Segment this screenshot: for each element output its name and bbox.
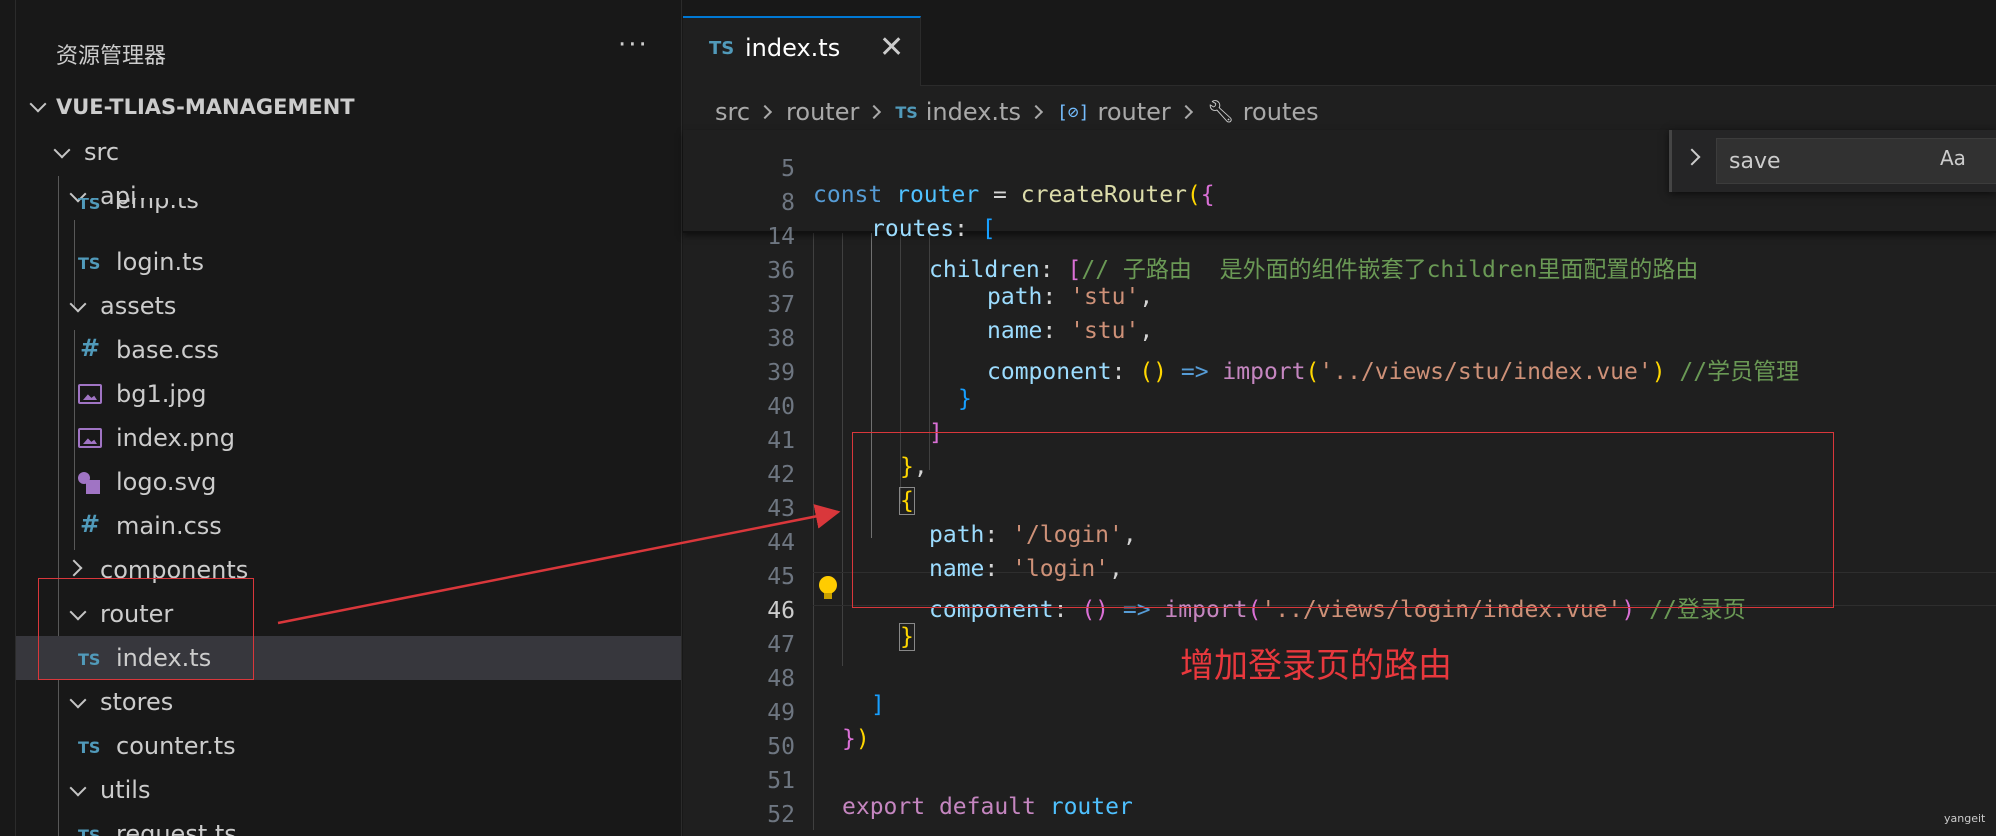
css-icon: # bbox=[80, 510, 101, 538]
annotation-text: 增加登录页的路由 bbox=[1180, 646, 1452, 686]
tree-folder-stores[interactable]: stores bbox=[16, 680, 681, 724]
tree-label: request.ts bbox=[116, 820, 237, 836]
chevron-right-icon bbox=[1028, 104, 1044, 120]
tree-file-logo[interactable]: logo.svg bbox=[16, 460, 681, 504]
tree-file-request[interactable]: TS request.ts bbox=[16, 812, 681, 836]
chevron-right-icon bbox=[1178, 104, 1193, 120]
code-token: : bbox=[1039, 257, 1068, 283]
tree-file-login[interactable]: TS login.ts bbox=[16, 240, 681, 284]
tree-folder-assets[interactable]: assets bbox=[16, 284, 681, 328]
tree-label: assets bbox=[100, 292, 177, 320]
tree-file-main-css[interactable]: # main.css bbox=[16, 504, 681, 548]
code-token: [ bbox=[1067, 257, 1082, 283]
tab-bar: TS index.ts ✕ bbox=[683, 0, 1996, 86]
tree-file-counter[interactable]: TS counter.ts bbox=[16, 724, 681, 768]
code-line: 40 ] bbox=[683, 368, 1996, 446]
more-actions-icon[interactable]: ··· bbox=[618, 30, 649, 60]
tree-label: index.png bbox=[116, 424, 235, 452]
typescript-icon: TS bbox=[709, 38, 735, 59]
code-line: 41 }, bbox=[683, 402, 1996, 480]
tab-label: index.ts bbox=[745, 34, 841, 62]
line-number: 52 bbox=[767, 802, 795, 828]
tab-index-ts[interactable]: TS index.ts ✕ bbox=[683, 16, 921, 86]
activity-strip bbox=[0, 0, 16, 836]
code-line: 51 export default router bbox=[683, 742, 1996, 820]
breadcrumb-file[interactable]: index.ts bbox=[926, 98, 1021, 126]
code-line: 14 children: [// 子路由 是外面的组件嵌套了children里面… bbox=[683, 198, 1996, 283]
typescript-icon: TS bbox=[78, 738, 101, 757]
typescript-icon: TS bbox=[78, 198, 101, 213]
chevron-right-icon bbox=[867, 104, 882, 120]
project-name: VUE-TLIAS-MANAGEMENT bbox=[56, 95, 355, 119]
match-case-toggle[interactable]: Aa bbox=[1940, 146, 1966, 170]
code-line: 50 bbox=[683, 708, 1996, 760]
chevron-down-icon bbox=[69, 295, 87, 313]
code-text: children: [// 子路由 是外面的组件嵌套了children里面配置的… bbox=[929, 250, 1698, 284]
code-token: children bbox=[929, 257, 1040, 283]
tree-label: src bbox=[84, 138, 120, 166]
explorer-title: 资源管理器 bbox=[56, 44, 167, 69]
tree-label: main.css bbox=[116, 512, 222, 540]
css-icon: # bbox=[80, 334, 101, 362]
tree-label: base.css bbox=[116, 336, 220, 364]
annotation-box-sidebar bbox=[38, 578, 254, 680]
typescript-icon: TS bbox=[78, 254, 101, 273]
code-line: 38 component: () => import('../views/stu… bbox=[683, 300, 1996, 385]
project-folder[interactable]: VUE-TLIAS-MANAGEMENT bbox=[16, 90, 681, 130]
line-number: 14 bbox=[767, 224, 795, 250]
code-token: // 子路由 是外面的组件嵌套了children里面配置的路由 bbox=[1081, 257, 1699, 283]
explorer-sidebar: 资源管理器 ··· VUE-TLIAS-MANAGEMENT src api T… bbox=[0, 0, 682, 836]
tree-label: emp.ts bbox=[116, 198, 199, 214]
code-line: 39 } bbox=[683, 334, 1996, 412]
close-icon[interactable]: ✕ bbox=[879, 30, 904, 65]
variable-icon: [⊘] bbox=[1056, 101, 1090, 123]
chevron-down-icon bbox=[53, 141, 71, 159]
tree-label: utils bbox=[100, 776, 151, 804]
code-line: 47 bbox=[683, 606, 1996, 658]
tree-label: bg1.jpg bbox=[116, 380, 207, 408]
image-icon bbox=[78, 384, 102, 404]
tree-file-base-css[interactable]: # base.css bbox=[16, 328, 681, 372]
editor-pane: TS index.ts ✕ src router TS index.ts [⊘]… bbox=[683, 0, 1996, 836]
breadcrumb: src router TS index.ts [⊘] router 🔧︎ rou… bbox=[715, 94, 1319, 130]
chevron-right-icon bbox=[757, 104, 773, 120]
tree-folder-src[interactable]: src bbox=[16, 130, 681, 174]
chevron-down-icon bbox=[69, 779, 87, 797]
tree-label: stores bbox=[100, 688, 174, 716]
tree-file-index-png[interactable]: index.png bbox=[16, 416, 681, 460]
chevron-right-icon[interactable] bbox=[1683, 148, 1701, 166]
watermark: yangeit bbox=[1944, 812, 1986, 825]
tree-label: login.ts bbox=[116, 248, 205, 276]
svg-icon bbox=[78, 472, 102, 494]
typescript-icon: TS bbox=[895, 102, 918, 122]
tree-file-bg1[interactable]: bg1.jpg bbox=[16, 372, 681, 416]
breadcrumb-symbol-router[interactable]: router bbox=[1097, 98, 1170, 126]
lightbulb-icon[interactable] bbox=[819, 576, 837, 602]
chevron-right-icon bbox=[65, 559, 83, 577]
tree-label: counter.ts bbox=[116, 732, 236, 760]
find-widget: Aa bbox=[1669, 130, 1996, 192]
chevron-down-icon bbox=[69, 691, 87, 709]
image-icon bbox=[78, 428, 102, 448]
chevron-down-icon bbox=[29, 95, 47, 113]
annotation-box-code bbox=[852, 432, 1834, 608]
wrench-icon: 🔧︎ bbox=[1206, 99, 1235, 125]
breadcrumb-router-folder[interactable]: router bbox=[786, 98, 859, 126]
breadcrumb-symbol-routes[interactable]: routes bbox=[1243, 98, 1319, 126]
tree-file-emp[interactable]: TS emp.ts bbox=[16, 198, 681, 228]
breadcrumb-src[interactable]: src bbox=[715, 98, 750, 126]
tree-label: logo.svg bbox=[116, 468, 217, 496]
code-line: 52 bbox=[683, 776, 1996, 828]
typescript-icon: TS bbox=[78, 826, 101, 836]
tree-folder-utils[interactable]: utils bbox=[16, 768, 681, 812]
